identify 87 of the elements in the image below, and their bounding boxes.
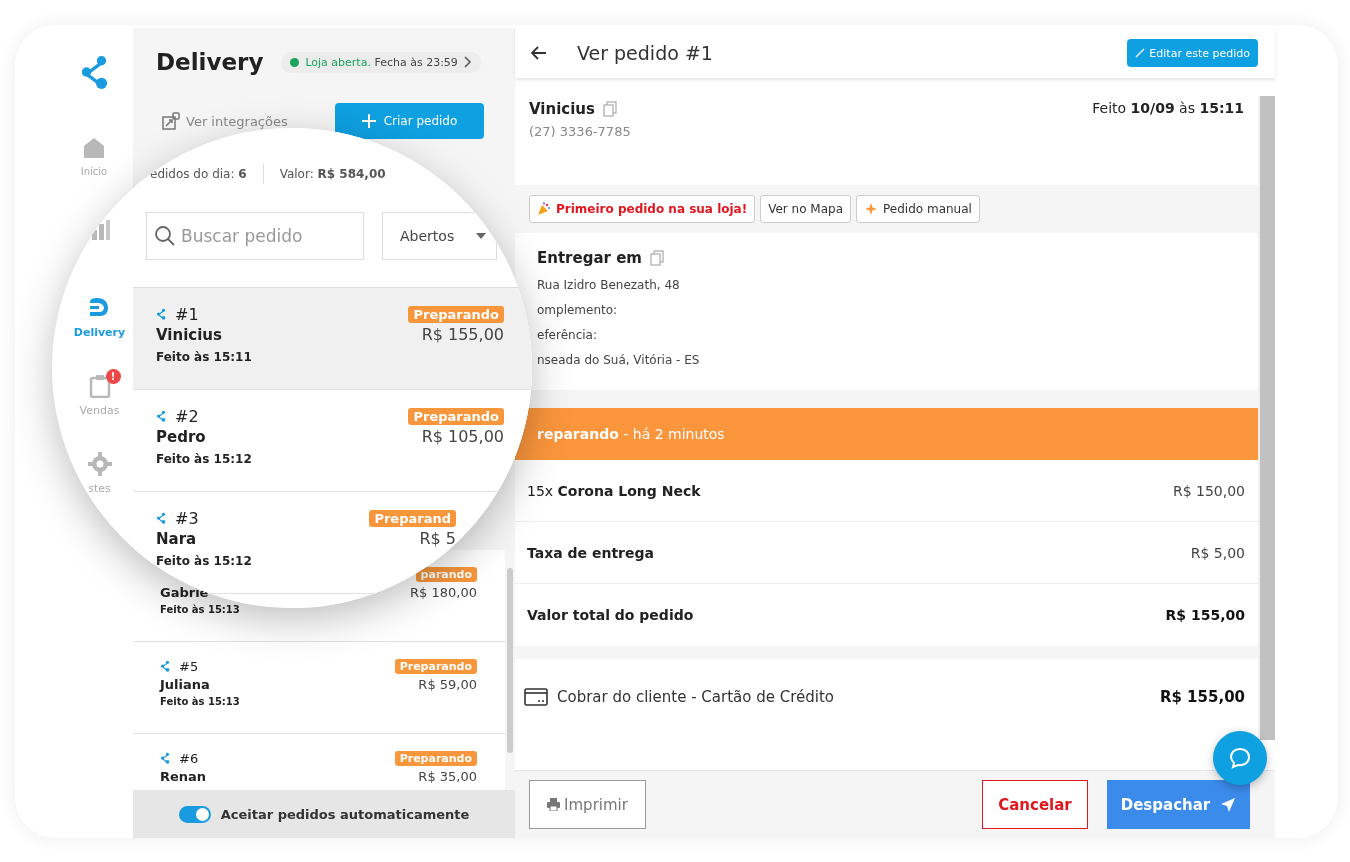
customer-name: Vinicius	[156, 325, 222, 344]
tag-button[interactable]: Ver no Mapa	[760, 195, 852, 223]
store-status-text: Loja aberta. Fecha às 23:59	[305, 55, 458, 69]
order-time: Feito às 15:13	[160, 696, 241, 707]
party-popper-icon	[537, 202, 551, 216]
order-total: R$ 5	[419, 529, 456, 548]
amount: R$ 150,00	[1172, 482, 1245, 499]
toggle-switch[interactable]	[178, 805, 211, 823]
orders-value: Valor: R$ 584,00	[279, 167, 386, 181]
amount: R$ 155,00	[1165, 607, 1245, 623]
address-line: eferência:	[537, 327, 598, 344]
order-item[interactable]: #1 Preparando Vinicius R$ 155,00 Feito às 15:11	[133, 288, 532, 390]
store-status[interactable]: Loja aberta. Fecha às 23:59	[281, 51, 481, 73]
nodes-icon	[156, 512, 166, 524]
status-banner: reparando - há 2 minutos	[515, 408, 1258, 460]
address-line: nseada do Suá, Vitória - ES	[537, 352, 701, 369]
dispatch-button[interactable]: Despachar	[1107, 780, 1250, 829]
order-number: #5	[179, 658, 199, 674]
order-time: Feito às 15:13	[160, 604, 241, 615]
order-total: R$ 105,00	[421, 427, 504, 446]
amount: R$ 5,00	[1190, 544, 1245, 561]
status-badge: Preparando	[408, 305, 504, 323]
customer-name: Nara	[156, 529, 197, 548]
customer-name: Juliana	[160, 677, 210, 692]
order-time: Feito às 15:11	[156, 350, 253, 364]
chat-icon	[1228, 747, 1252, 769]
status-badge: parando	[415, 566, 477, 582]
status-badge: Preparand	[369, 509, 456, 527]
pencil-icon	[1135, 48, 1146, 58]
order-total: R$ 35,00	[418, 769, 477, 784]
nav-label[interactable]: Delivery	[73, 326, 126, 339]
order-title: Ver pedido #1	[577, 42, 714, 64]
order-timestamp: Feito 10/09 às 15:11	[1092, 100, 1244, 118]
cancel-button[interactable]: Cancelar	[982, 780, 1088, 829]
order-total: R$ 155,00	[421, 325, 504, 344]
order-item[interactable]: #6 Preparando Renan R$ 35,00	[133, 734, 505, 790]
payment-method: Cobrar do cliente - Cartão de Crédito	[557, 688, 835, 706]
nodes-icon	[160, 660, 170, 672]
order-item[interactable]: #5 Preparando Juliana R$ 59,00 Feito às 15:13	[133, 642, 505, 734]
tag-button[interactable]: Primeiro pedido na sua loja!	[529, 195, 756, 223]
credit-card-icon	[524, 688, 548, 706]
create-order-button[interactable]: Criar pedido	[335, 103, 484, 139]
order-number: #1	[175, 304, 199, 324]
external-link-icon	[162, 112, 180, 130]
tag-button[interactable]: Pedido manual	[856, 195, 980, 223]
customer-phone: (27) 3336-7785	[529, 124, 631, 139]
status-badge: Preparando	[408, 407, 504, 425]
caret-icon	[476, 233, 486, 239]
order-number: #6	[179, 750, 199, 766]
toggle-label: Aceitar pedidos automaticamente	[220, 806, 470, 822]
customer-name: Vinicius	[529, 100, 595, 118]
search-icon	[154, 225, 176, 247]
copy-icon	[602, 101, 617, 117]
edit-order-button[interactable]: Editar este pedido	[1127, 39, 1258, 67]
filter-dropdown[interactable]: Abertos	[382, 212, 497, 260]
amount: R$ 155,00	[1159, 688, 1245, 706]
back-arrow-icon	[531, 46, 547, 60]
section-title: Entregar em	[537, 249, 642, 267]
plus-icon	[361, 114, 376, 128]
nodes-icon	[156, 410, 166, 422]
sparkle-icon	[864, 202, 879, 216]
notification-badge: !	[105, 369, 121, 384]
integrations-link[interactable]: Ver integrações	[162, 112, 288, 130]
status-badge: Preparando	[394, 658, 477, 674]
status-badge: Preparando	[394, 750, 477, 766]
line-label: Valor total do pedido	[527, 607, 694, 623]
address-line: omplemento:	[537, 302, 619, 319]
order-time: Feito às 15:12	[156, 554, 253, 568]
customer-name: Pedro	[156, 427, 206, 446]
order-total: R$ 59,00	[418, 677, 477, 692]
orders-count: édidos do dia: 6	[150, 167, 247, 181]
search-field[interactable]: Buscar pedido	[146, 212, 364, 260]
nav-label[interactable]: Início	[80, 166, 108, 177]
page-title: Delivery	[156, 49, 264, 75]
order-number: #2	[175, 406, 199, 426]
address-line: Rua Izidro Benezath, 48	[537, 277, 681, 294]
order-time: Feito às 15:12	[156, 452, 253, 466]
printer-icon	[547, 798, 561, 811]
send-icon	[1220, 796, 1237, 813]
logo-icon	[79, 54, 109, 90]
nodes-icon	[160, 752, 170, 764]
copy-icon	[649, 250, 664, 266]
print-button[interactable]: Imprimir	[529, 780, 646, 829]
customer-name: Renan	[160, 769, 207, 784]
order-number: #3	[175, 508, 199, 528]
nodes-icon	[156, 308, 166, 320]
chevron-right-icon	[463, 56, 472, 68]
